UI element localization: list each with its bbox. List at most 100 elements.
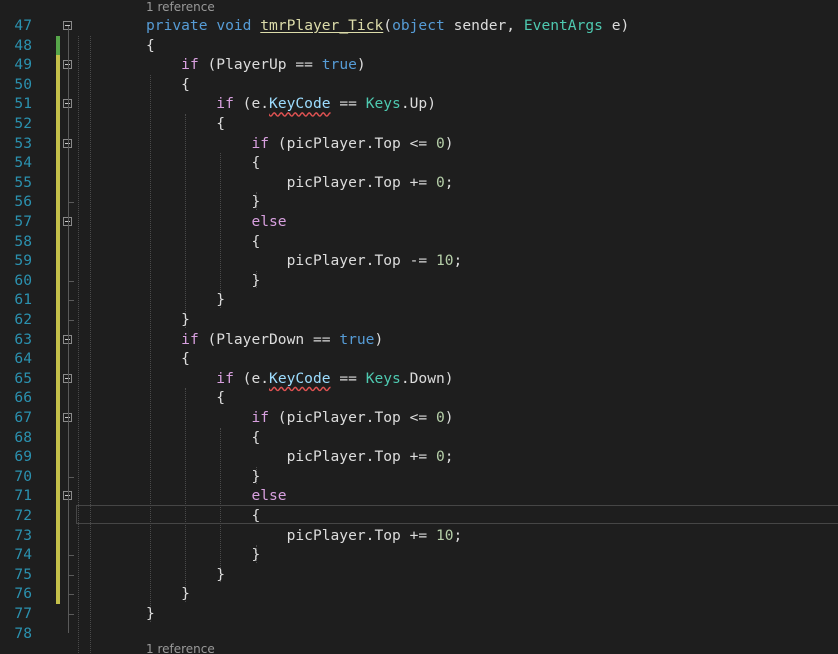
code-line[interactable]: {	[146, 153, 260, 173]
code-line[interactable]: {	[146, 75, 190, 95]
code-token: else	[251, 487, 287, 505]
code-line[interactable]: if (picPlayer.Top <= 0)	[146, 134, 454, 154]
code-line[interactable]: if (e.KeyCode == Keys.Up)	[146, 94, 436, 114]
code-token: )	[374, 330, 384, 348]
line-number: 60	[14, 271, 32, 289]
code-line[interactable]: picPlayer.Top += 0;	[146, 173, 454, 193]
code-line[interactable]: {	[146, 114, 225, 134]
code-token: if	[216, 95, 234, 113]
code-token: ;	[453, 252, 463, 270]
line-number: 68	[14, 428, 32, 446]
code-line[interactable]: else	[146, 212, 286, 232]
line-number: 72	[14, 507, 32, 524]
code-line[interactable]: }	[146, 604, 155, 624]
line-number: 55	[14, 173, 32, 191]
code-line[interactable]: picPlayer.Top -= 10;	[146, 251, 463, 271]
code-line[interactable]: {	[146, 506, 260, 526]
code-line[interactable]: {	[146, 428, 260, 448]
codelens-references-bottom[interactable]: 1 reference	[146, 642, 215, 654]
code-line[interactable]: }	[146, 290, 225, 310]
line-number: 59	[14, 252, 32, 270]
fold-region-end	[68, 319, 74, 321]
code-token: (e.	[233, 95, 270, 113]
code-line[interactable]: {	[146, 232, 260, 252]
code-token: {	[251, 507, 261, 524]
code-token: {	[216, 115, 226, 132]
line-number: 66	[14, 389, 32, 407]
code-line[interactable]: }	[146, 545, 260, 565]
code-token: if	[216, 369, 234, 387]
fold-region-end	[68, 555, 74, 556]
code-token: true	[321, 56, 357, 74]
line-number: 74	[14, 546, 32, 564]
code-token: 0	[435, 409, 445, 426]
code-token: }	[216, 291, 226, 309]
code-token: tmrPlayer_Tick	[260, 17, 384, 34]
code-token: true	[339, 330, 375, 348]
code-token: }	[251, 467, 261, 485]
code-token: }	[251, 546, 261, 564]
line-number: 49	[14, 56, 32, 74]
code-token: (e.	[233, 369, 270, 387]
code-line[interactable]: if (PlayerUp == true)	[146, 55, 366, 75]
code-token: 0	[435, 134, 445, 152]
code-token: ;	[444, 448, 454, 466]
code-line[interactable]: {	[146, 388, 225, 408]
codelens-references-top[interactable]: 1 reference	[146, 0, 215, 14]
line-number: 50	[14, 75, 32, 93]
code-line[interactable]: }	[146, 310, 190, 330]
code-line[interactable]: }	[146, 565, 225, 585]
code-token: }	[181, 585, 190, 603]
code-token: .Down)	[400, 369, 454, 387]
code-line[interactable]: }	[146, 584, 190, 604]
code-token: )	[444, 134, 454, 152]
code-line[interactable]: }	[146, 467, 260, 487]
code-token: void	[216, 17, 252, 34]
fold-region-line	[68, 26, 69, 634]
code-line[interactable]: if (picPlayer.Top <= 0)	[146, 408, 453, 428]
code-token: if	[181, 56, 199, 74]
code-line[interactable]: picPlayer.Top += 0;	[146, 447, 454, 467]
code-line[interactable]: {	[146, 349, 190, 369]
code-token: (PlayerUp ==	[198, 56, 322, 74]
code-token: }	[216, 565, 226, 583]
code-line[interactable]: {	[146, 36, 155, 56]
code-line[interactable]: }	[146, 192, 260, 212]
code-token: object	[392, 17, 445, 34]
fold-region-end	[68, 280, 74, 282]
line-number: 71	[14, 487, 32, 505]
code-line[interactable]: if (e.KeyCode == Keys.Down)	[146, 369, 454, 389]
code-token: {	[181, 350, 190, 368]
code-line[interactable]: picPlayer.Top += 10;	[146, 526, 463, 546]
line-number: 47	[14, 17, 32, 34]
code-editor[interactable]: 1 reference 1 reference 47 48 49 50 51 52 53 54…	[0, 0, 838, 654]
change-bar-unsaved	[56, 55, 60, 604]
code-line[interactable]: else	[146, 486, 287, 506]
code-line[interactable]: private void tmrPlayer_Tick(object sende…	[146, 16, 629, 36]
code-line[interactable]: }	[146, 271, 260, 291]
code-line[interactable]: if (PlayerDown == true)	[146, 330, 383, 350]
code-token: }	[146, 605, 155, 622]
code-token: {	[251, 232, 261, 250]
code-token: KeyCode	[269, 95, 331, 113]
code-token: {	[146, 36, 155, 54]
